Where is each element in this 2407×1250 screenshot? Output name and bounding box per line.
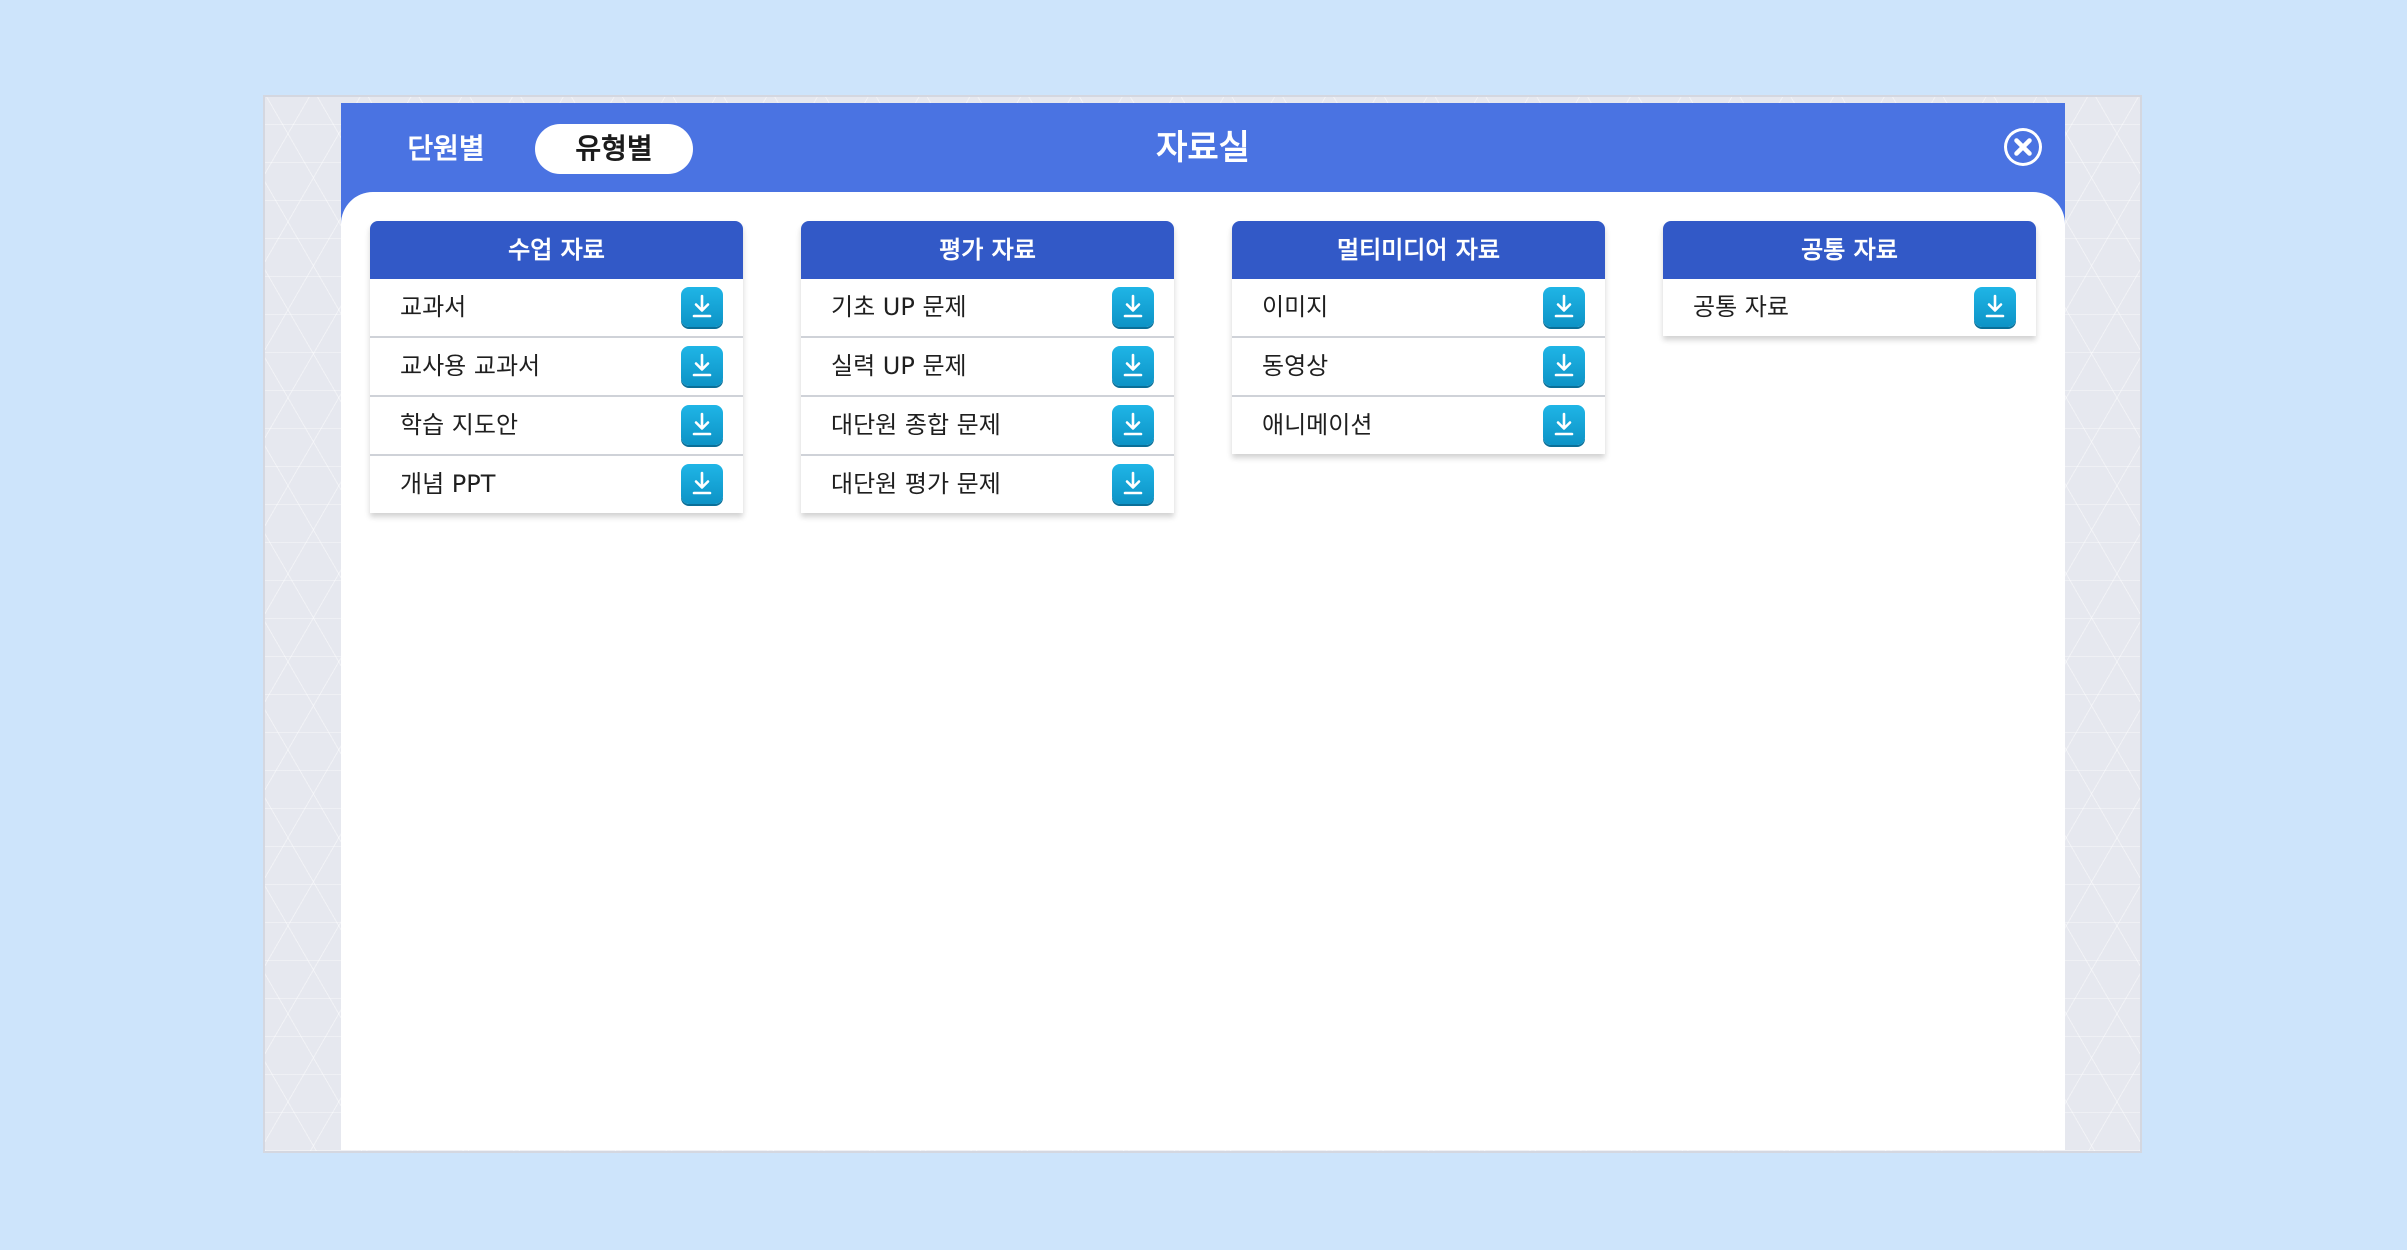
list-item: 동영상 <box>1232 338 1605 397</box>
download-icon <box>692 412 712 436</box>
column-common-materials: 공통 자료 공통 자료 <box>1663 221 2036 336</box>
list-item-label: 애니메이션 <box>1262 411 1373 439</box>
download-button[interactable] <box>1112 287 1154 327</box>
list-item-label: 대단원 평가 문제 <box>831 470 1001 498</box>
download-icon <box>1123 471 1143 495</box>
list-item: 공통 자료 <box>1663 279 2036 336</box>
list-item-label: 공통 자료 <box>1693 293 1789 321</box>
download-button[interactable] <box>1543 405 1585 445</box>
download-button[interactable] <box>681 405 723 445</box>
list-item-label: 대단원 종합 문제 <box>831 411 1001 439</box>
list-item-label: 개념 PPT <box>400 470 496 498</box>
list-item: 애니메이션 <box>1232 397 1605 454</box>
panel-header: 단원별 유형별 자료실 <box>341 103 2065 192</box>
download-icon <box>1123 412 1143 436</box>
list-item: 대단원 평가 문제 <box>801 456 1174 513</box>
list-item: 개념 PPT <box>370 456 743 513</box>
download-icon <box>1123 353 1143 377</box>
list-item-label: 교과서 <box>400 293 467 321</box>
list-item: 학습 지도안 <box>370 397 743 456</box>
tab-by-type[interactable]: 유형별 <box>535 124 693 174</box>
list-item: 실력 UP 문제 <box>801 338 1174 397</box>
column-header: 평가 자료 <box>801 221 1174 279</box>
list-item: 대단원 종합 문제 <box>801 397 1174 456</box>
download-icon <box>692 471 712 495</box>
list-item-label: 학습 지도안 <box>400 411 519 439</box>
download-icon <box>1554 412 1574 436</box>
download-icon <box>1554 294 1574 318</box>
list-item-label: 동영상 <box>1262 352 1329 380</box>
tab-by-unit[interactable]: 단원별 <box>391 124 501 174</box>
download-button[interactable] <box>1112 464 1154 504</box>
column-assessment-materials: 평가 자료 기초 UP 문제 실력 UP 문제 대단원 종합 문제 대단원 평가… <box>801 221 1174 513</box>
download-icon <box>1554 353 1574 377</box>
close-circle-icon <box>2007 131 2039 163</box>
download-button[interactable] <box>681 287 723 327</box>
list-item: 이미지 <box>1232 279 1605 338</box>
download-button[interactable] <box>1974 287 2016 327</box>
download-button[interactable] <box>1112 405 1154 445</box>
resource-room-panel: 단원별 유형별 자료실 수업 자료 교과서 교사용 교과서 학습 지도안 개념 … <box>341 103 2065 1150</box>
download-button[interactable] <box>1112 346 1154 386</box>
list-item: 교사용 교과서 <box>370 338 743 397</box>
download-button[interactable] <box>1543 287 1585 327</box>
list-item: 기초 UP 문제 <box>801 279 1174 338</box>
column-header: 공통 자료 <box>1663 221 2036 279</box>
download-icon <box>692 353 712 377</box>
column-multimedia-materials: 멀티미디어 자료 이미지 동영상 애니메이션 <box>1232 221 1605 454</box>
list-item: 교과서 <box>370 279 743 338</box>
download-icon <box>1123 294 1143 318</box>
list-item-label: 교사용 교과서 <box>400 352 541 380</box>
column-class-materials: 수업 자료 교과서 교사용 교과서 학습 지도안 개념 PPT <box>370 221 743 513</box>
download-icon <box>692 294 712 318</box>
list-item-label: 이미지 <box>1262 293 1329 321</box>
download-button[interactable] <box>1543 346 1585 386</box>
list-item-label: 실력 UP 문제 <box>831 352 967 380</box>
column-header: 멀티미디어 자료 <box>1232 221 1605 279</box>
panel-body: 수업 자료 교과서 교사용 교과서 학습 지도안 개념 PPT 평가 자료 기초… <box>341 192 2065 1150</box>
column-header: 수업 자료 <box>370 221 743 279</box>
download-icon <box>1985 294 2005 318</box>
list-item-label: 기초 UP 문제 <box>831 293 967 321</box>
close-button[interactable] <box>2004 128 2042 166</box>
download-button[interactable] <box>681 346 723 386</box>
download-button[interactable] <box>681 464 723 504</box>
